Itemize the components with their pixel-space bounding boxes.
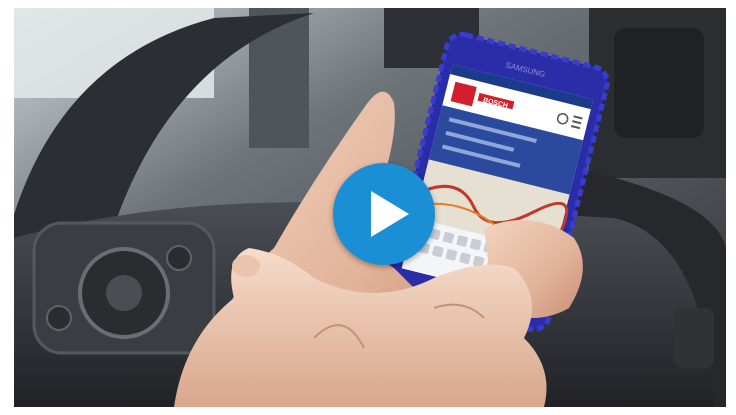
video-thumbnail[interactable]: SAMSUNG BOSCH [14,8,726,407]
play-button[interactable] [333,163,435,265]
play-icon [371,191,409,237]
